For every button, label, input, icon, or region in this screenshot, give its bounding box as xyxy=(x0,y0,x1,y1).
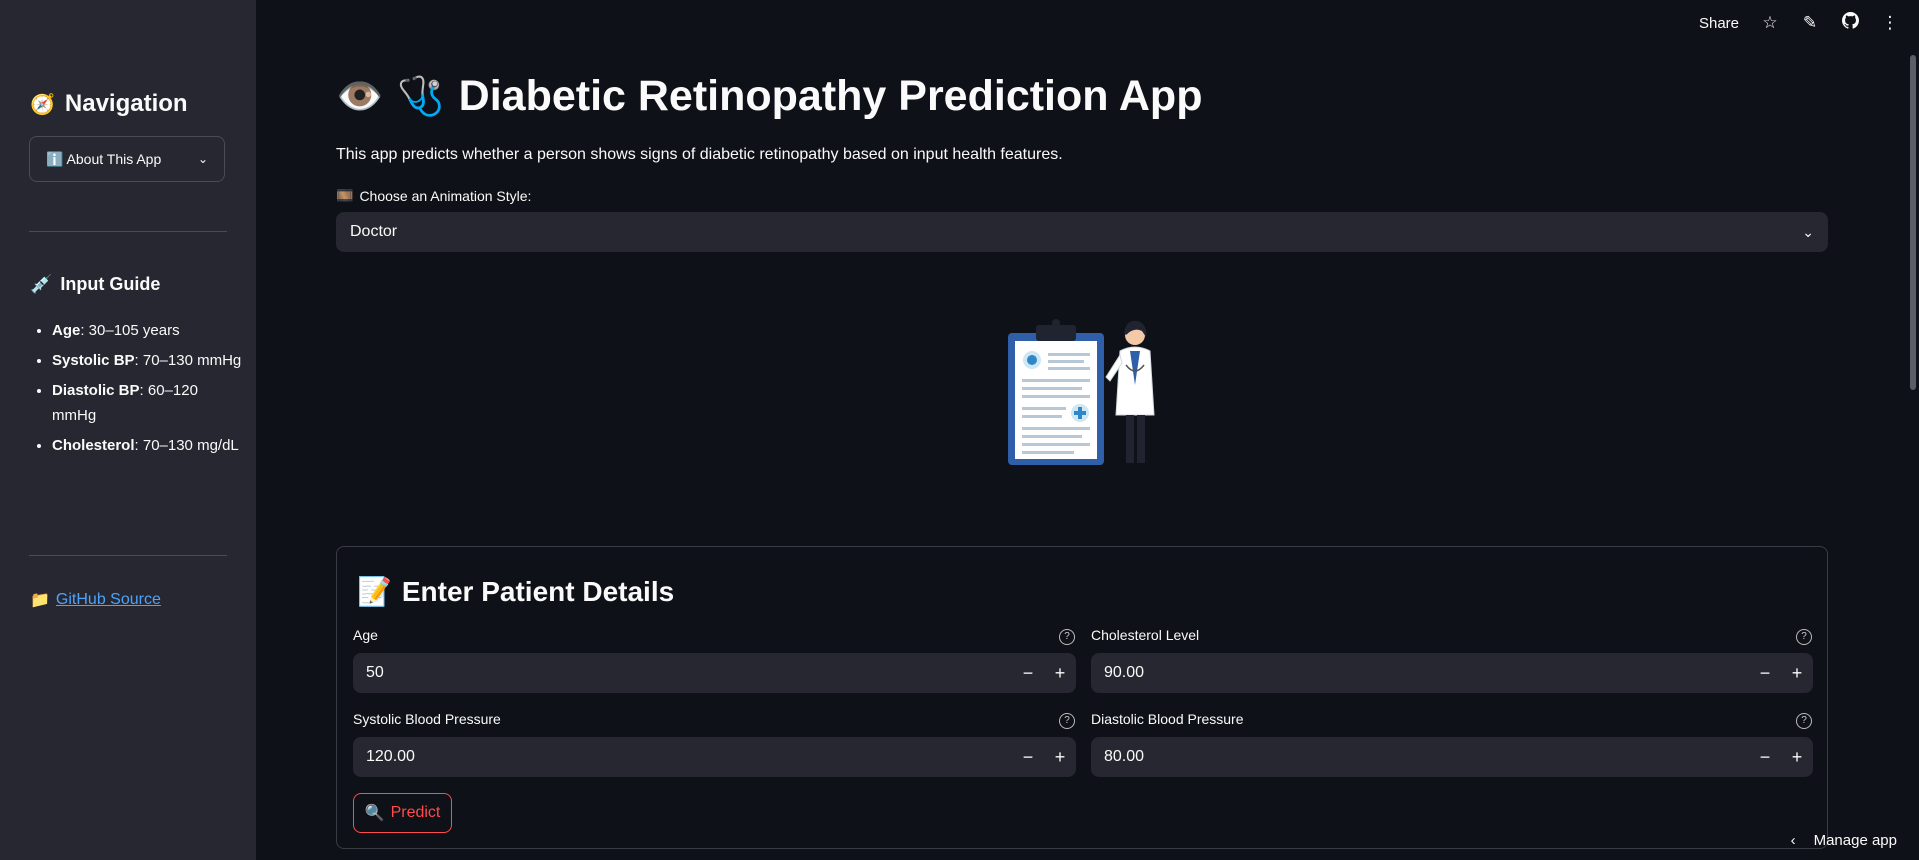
chevron-left-icon: ‹ xyxy=(1790,832,1796,849)
help-icon[interactable]: ? xyxy=(1059,713,1075,729)
increment-button[interactable]: + xyxy=(1781,663,1813,684)
manage-app-label: Manage app xyxy=(1813,832,1897,849)
page-title-text: Diabetic Retinopathy Prediction App xyxy=(458,72,1203,120)
predict-label: Predict xyxy=(390,804,441,821)
folder-icon: 📁 xyxy=(30,592,50,609)
list-item: Systolic BP: 70–130 mmHg xyxy=(52,348,242,373)
more-vertical-icon[interactable]: ⋮ xyxy=(1881,13,1899,33)
systolic-value: 120.00 xyxy=(366,748,415,765)
input-guide-list: Age: 30–105 years Systolic BP: 70–130 mm… xyxy=(30,318,242,463)
github-icon[interactable] xyxy=(1841,12,1859,34)
decrement-button[interactable]: − xyxy=(1749,747,1781,768)
systolic-label: Systolic Blood Pressure xyxy=(353,711,501,727)
chevron-down-icon: ⌄ xyxy=(1802,223,1814,240)
form-title-text: Enter Patient Details xyxy=(401,575,675,607)
page-title: 👁️ 🩺 Diabetic Retinopathy Prediction App xyxy=(336,72,1202,121)
list-item: Cholesterol: 70–130 mg/dL xyxy=(52,433,242,458)
divider xyxy=(29,555,227,556)
animation-style-select[interactable]: Doctor ⌄ xyxy=(336,212,1828,252)
diastolic-label: Diastolic Blood Pressure xyxy=(1091,711,1244,727)
stethoscope-icon: 🩺 xyxy=(397,75,445,118)
sidebar-title-text: Navigation xyxy=(64,90,188,117)
input-guide-title: 💉 Input Guide xyxy=(30,274,160,295)
predict-button[interactable]: 🔍 Predict xyxy=(353,793,452,833)
film-icon: 🎞️ xyxy=(336,187,354,203)
cholesterol-value: 90.00 xyxy=(1104,664,1145,681)
list-item: Diastolic BP: 60–120 mmHg xyxy=(52,378,242,428)
divider xyxy=(29,231,227,232)
systolic-input[interactable]: 120.00 − + xyxy=(353,737,1076,777)
manage-app-button[interactable]: ‹ Manage app xyxy=(1791,832,1897,849)
guide-text: : 70–130 mmHg xyxy=(134,352,242,369)
about-app-label: ℹ️ About This App xyxy=(46,150,162,167)
age-label: Age xyxy=(353,627,378,643)
about-app-expander[interactable]: ℹ️ About This App ⌄ xyxy=(29,136,225,182)
memo-icon: 📝 xyxy=(357,576,392,607)
share-button[interactable]: Share xyxy=(1699,15,1739,32)
toolbar: Share ☆ ✎ ⋮ xyxy=(1699,12,1899,34)
increment-button[interactable]: + xyxy=(1044,747,1076,768)
guide-text: : 30–105 years xyxy=(80,322,180,339)
age-value: 50 xyxy=(366,664,384,681)
github-source-link[interactable]: GitHub Source xyxy=(56,591,161,609)
input-guide-title-text: Input Guide xyxy=(60,274,161,294)
scrollbar[interactable] xyxy=(1910,55,1916,390)
page-subtitle: This app predicts whether a person shows… xyxy=(336,146,1063,163)
help-icon[interactable]: ? xyxy=(1059,629,1075,645)
chevron-down-icon: ⌄ xyxy=(197,152,208,166)
cholesterol-label: Cholesterol Level xyxy=(1091,627,1200,643)
eye-icon: 👁️ xyxy=(336,75,384,118)
decrement-button[interactable]: − xyxy=(1012,663,1044,684)
syringe-icon: 💉 xyxy=(30,274,53,294)
help-icon[interactable]: ? xyxy=(1796,629,1812,645)
magnifier-icon: 🔍 xyxy=(364,805,385,822)
animation-style-label-text: Choose an Animation Style: xyxy=(359,187,532,204)
increment-button[interactable]: + xyxy=(1781,747,1813,768)
increment-button[interactable]: + xyxy=(1044,663,1076,684)
patient-details-form: 📝 Enter Patient Details Age ? 50 − + Cho… xyxy=(336,546,1828,849)
guide-label: Systolic BP xyxy=(52,352,135,369)
decrement-button[interactable]: − xyxy=(1012,747,1044,768)
github-link-row: 📁 GitHub Source xyxy=(30,590,161,610)
star-icon[interactable]: ☆ xyxy=(1761,13,1779,33)
age-input[interactable]: 50 − + xyxy=(353,653,1076,693)
sidebar-title: 🧭 Navigation xyxy=(30,90,188,118)
list-item: Age: 30–105 years xyxy=(52,318,242,343)
diastolic-input[interactable]: 80.00 − + xyxy=(1091,737,1813,777)
pencil-icon[interactable]: ✎ xyxy=(1801,13,1819,33)
sidebar: 🧭 Navigation ℹ️ About This App ⌄ 💉 Input… xyxy=(0,0,256,860)
guide-text: : 70–130 mg/dL xyxy=(134,437,239,454)
compass-icon: 🧭 xyxy=(30,93,55,116)
doctor-illustration xyxy=(1008,319,1155,465)
guide-label: Diastolic BP xyxy=(52,382,140,399)
cholesterol-input[interactable]: 90.00 − + xyxy=(1091,653,1813,693)
form-title: 📝 Enter Patient Details xyxy=(357,575,674,608)
animation-style-value: Doctor xyxy=(350,223,398,240)
help-icon[interactable]: ? xyxy=(1796,713,1812,729)
guide-label: Cholesterol xyxy=(52,437,135,454)
decrement-button[interactable]: − xyxy=(1749,663,1781,684)
guide-label: Age xyxy=(52,322,81,339)
animation-style-label: 🎞️ Choose an Animation Style: xyxy=(336,187,531,204)
diastolic-value: 80.00 xyxy=(1104,748,1145,765)
